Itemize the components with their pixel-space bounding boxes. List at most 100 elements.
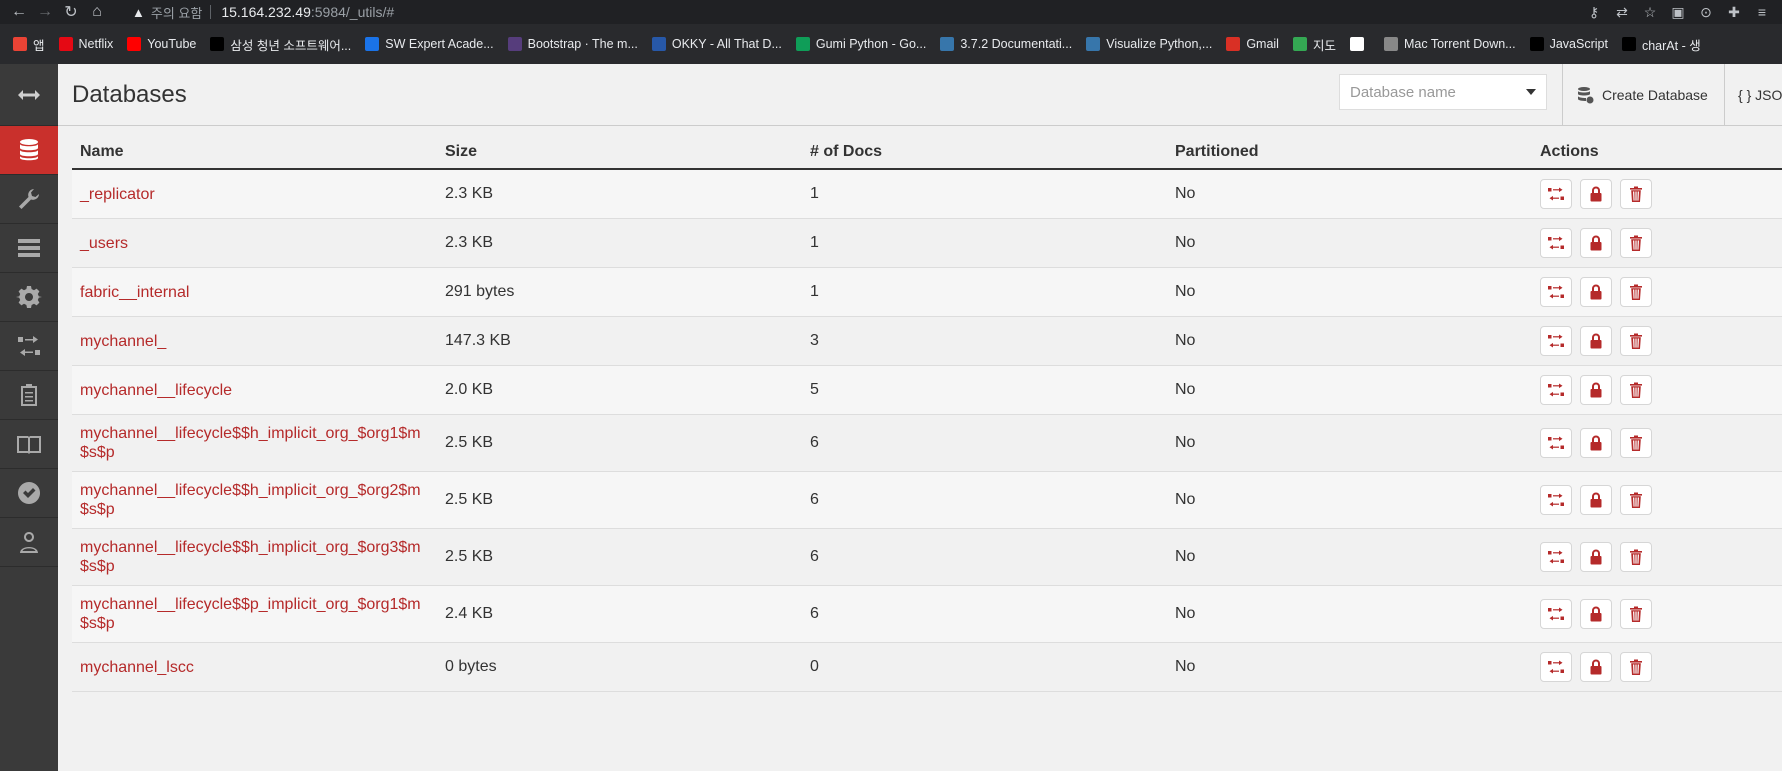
bookmark-item[interactable]: 지도: [1286, 30, 1343, 58]
sidebar-item-config[interactable]: [0, 273, 58, 322]
trash-icon: [1627, 658, 1645, 676]
key-icon[interactable]: ⚷: [1580, 0, 1608, 24]
sidebar-item-setup[interactable]: [0, 175, 58, 224]
bookmark-item[interactable]: OKKY - All That D...: [645, 30, 789, 58]
row-actions: [1532, 485, 1782, 515]
puzzle-icon[interactable]: ✚: [1720, 0, 1748, 24]
delete-button[interactable]: [1620, 375, 1652, 405]
bookmark-item[interactable]: 3.7.2 Documentati...: [933, 30, 1079, 58]
sidebar-item-documentation[interactable]: [0, 420, 58, 469]
delete-button[interactable]: [1620, 485, 1652, 515]
lock-icon: [1587, 234, 1605, 252]
delete-button[interactable]: [1620, 652, 1652, 682]
replicate-button[interactable]: [1540, 542, 1572, 572]
extension-icon[interactable]: ▣: [1664, 0, 1692, 24]
sidebar-item-active-tasks[interactable]: [0, 224, 58, 273]
sidebar-item-databases[interactable]: [0, 126, 58, 175]
replicate-button[interactable]: [1540, 375, 1572, 405]
column-header-docs[interactable]: # of Docs: [802, 143, 1167, 161]
row-actions: [1532, 599, 1782, 629]
json-button[interactable]: { } JSON: [1738, 64, 1782, 126]
delete-button[interactable]: [1620, 228, 1652, 258]
star-icon[interactable]: ☆: [1636, 0, 1664, 24]
database-name-link[interactable]: _replicator: [72, 185, 437, 204]
bookmark-item[interactable]: Netflix: [52, 30, 121, 58]
column-header-size[interactable]: Size: [437, 143, 802, 161]
database-name-link[interactable]: mychannel__lifecycle: [72, 381, 437, 400]
bookmark-item[interactable]: Mac Torrent Down...: [1377, 30, 1523, 58]
translate-icon[interactable]: ⇄: [1608, 0, 1636, 24]
permissions-button[interactable]: [1580, 277, 1612, 307]
database-name-select[interactable]: Database name: [1339, 74, 1547, 110]
table-row: mychannel__lifecycle$$h_implicit_org_$or…: [72, 415, 1782, 472]
create-database-button[interactable]: Create Database: [1576, 64, 1708, 126]
replicate-button[interactable]: [1540, 485, 1572, 515]
database-name-link[interactable]: mychannel__lifecycle$$h_implicit_org_$or…: [72, 424, 437, 462]
forward-icon[interactable]: →: [32, 0, 58, 24]
delete-button[interactable]: [1620, 599, 1652, 629]
bookmark-item[interactable]: Bootstrap · The m...: [501, 30, 645, 58]
extension-icon[interactable]: ⊙: [1692, 0, 1720, 24]
bookmark-item[interactable]: JavaScript: [1523, 30, 1615, 58]
delete-button[interactable]: [1620, 179, 1652, 209]
column-header-name[interactable]: Name: [72, 143, 437, 161]
replicate-button[interactable]: [1540, 599, 1572, 629]
replicate-button[interactable]: [1540, 179, 1572, 209]
bookmark-item[interactable]: SW Expert Acade...: [358, 30, 500, 58]
bookmark-item[interactable]: [1343, 30, 1377, 58]
delete-button[interactable]: [1620, 277, 1652, 307]
permissions-button[interactable]: [1580, 542, 1612, 572]
replicate-button[interactable]: [1540, 277, 1572, 307]
bookmark-label: OKKY - All That D...: [671, 37, 782, 51]
reading-list-icon[interactable]: ≡: [1748, 0, 1776, 24]
replicate-button[interactable]: [1540, 428, 1572, 458]
permissions-button[interactable]: [1580, 485, 1612, 515]
gear-icon: [16, 286, 42, 308]
permissions-button[interactable]: [1580, 599, 1612, 629]
replicate-button[interactable]: [1540, 326, 1572, 356]
sidebar-item-user[interactable]: [0, 518, 58, 567]
bookmark-item[interactable]: Visualize Python,...: [1079, 30, 1219, 58]
bookmark-item[interactable]: charAt - 생: [1615, 30, 1708, 58]
bookmark-item[interactable]: 삼성 청년 소프트웨어...: [203, 30, 358, 58]
home-icon[interactable]: ⌂: [84, 0, 110, 24]
permissions-button[interactable]: [1580, 428, 1612, 458]
database-name-link[interactable]: _users: [72, 234, 437, 253]
replicate-button[interactable]: [1540, 652, 1572, 682]
database-name-link[interactable]: mychannel_: [72, 332, 437, 351]
database-name-link[interactable]: fabric__internal: [72, 283, 437, 302]
header-divider: [1724, 64, 1725, 126]
sidebar-item-documentation-log[interactable]: [0, 371, 58, 420]
bookmark-item[interactable]: Gmail: [1219, 30, 1286, 58]
bookmark-label: Gumi Python - Go...: [815, 37, 927, 51]
database-name-link[interactable]: mychannel__lifecycle$$p_implicit_org_$or…: [72, 595, 437, 633]
permissions-button[interactable]: [1580, 375, 1612, 405]
database-partitioned: No: [1175, 381, 1196, 398]
database-doc-count: 1: [810, 185, 819, 202]
bookmark-item[interactable]: 앱: [6, 30, 52, 58]
delete-button[interactable]: [1620, 428, 1652, 458]
back-icon[interactable]: ←: [6, 0, 32, 24]
replicate-button[interactable]: [1540, 228, 1572, 258]
database-name-link[interactable]: mychannel__lifecycle$$h_implicit_org_$or…: [72, 481, 437, 519]
python-icon: [1086, 37, 1101, 51]
permissions-button[interactable]: [1580, 228, 1612, 258]
delete-button[interactable]: [1620, 542, 1652, 572]
database-name-link[interactable]: mychannel_lscc: [72, 658, 437, 677]
reload-icon[interactable]: ↻: [58, 0, 84, 24]
sidebar-toggle[interactable]: [0, 64, 58, 126]
bookmark-item[interactable]: YouTube: [120, 30, 203, 58]
permissions-button[interactable]: [1580, 652, 1612, 682]
database-name-placeholder: Database name: [1350, 83, 1456, 101]
torrent-icon: [1383, 37, 1398, 51]
permissions-button[interactable]: [1580, 326, 1612, 356]
address-bar[interactable]: ▲ 주의 요함 15.164.232.49 :5984/_utils/#: [110, 0, 1580, 24]
bookmark-item[interactable]: Gumi Python - Go...: [789, 30, 933, 58]
permissions-button[interactable]: [1580, 179, 1612, 209]
database-name-link[interactable]: mychannel__lifecycle$$h_implicit_org_$or…: [72, 538, 437, 576]
sidebar-item-verify[interactable]: [0, 469, 58, 518]
sidebar-item-replication[interactable]: [0, 322, 58, 371]
replicate-icon: [1547, 185, 1565, 203]
database-size: 2.3 KB: [445, 234, 494, 251]
delete-button[interactable]: [1620, 326, 1652, 356]
